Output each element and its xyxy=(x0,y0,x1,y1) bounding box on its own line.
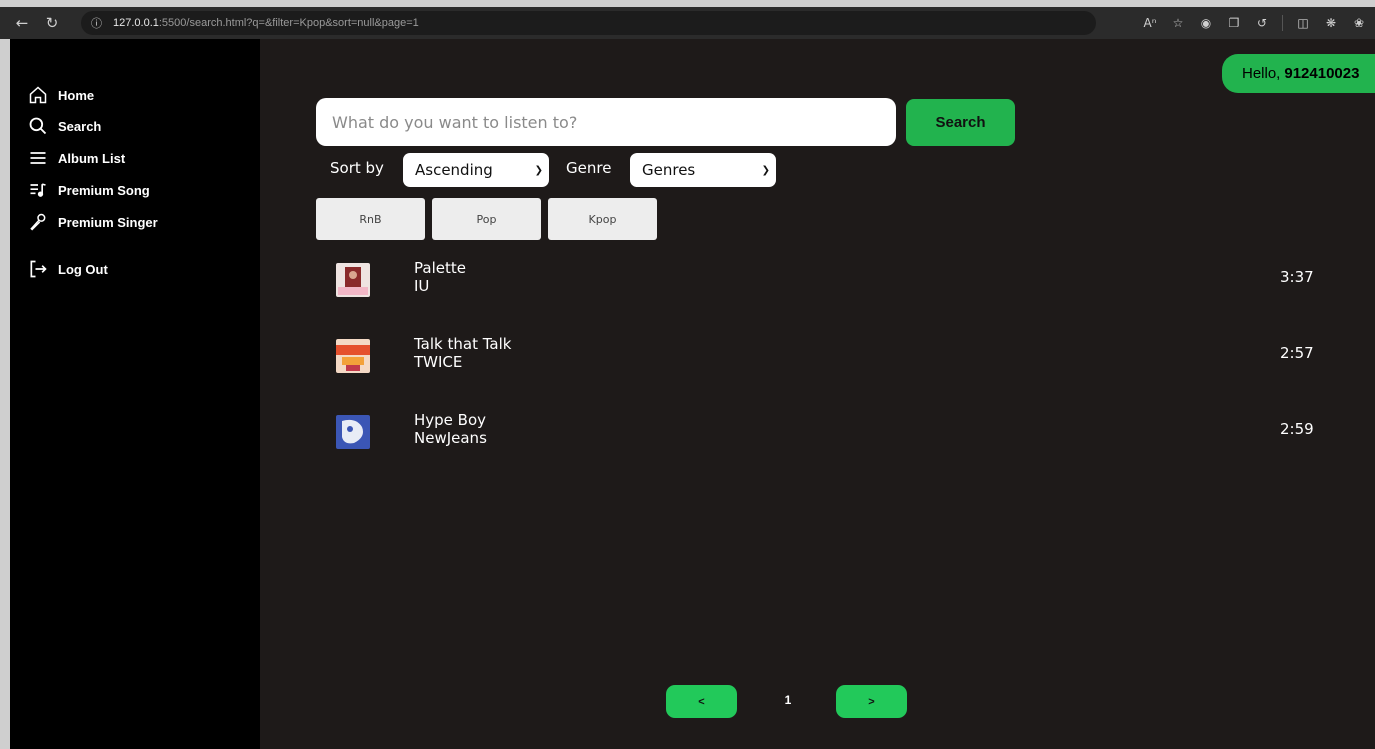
song-duration: 3:37 xyxy=(1280,268,1314,286)
microphone-icon xyxy=(28,212,48,232)
genre-label: Genre xyxy=(566,159,612,177)
window-top-edge xyxy=(0,0,1375,7)
collections-icon[interactable]: ❋ xyxy=(1323,16,1339,30)
sidebar-item-home[interactable]: Home xyxy=(28,84,94,106)
song-duration: 2:59 xyxy=(1280,420,1314,438)
refresh-extension-icon[interactable]: ↺ xyxy=(1254,16,1270,30)
previous-page-button[interactable]: < xyxy=(666,685,737,718)
user-greeting-badge[interactable]: Hello, 912410023 xyxy=(1222,54,1375,93)
browser-window: ← ↻ ⓘ 127.0.0.1 :5500/search.html?q=&fil… xyxy=(0,0,1375,749)
album-cover xyxy=(336,415,370,449)
split-screen-icon[interactable]: ◫ xyxy=(1295,16,1311,30)
search-button[interactable]: Search xyxy=(906,99,1015,146)
sidebar-item-premium-singer[interactable]: Premium Singer xyxy=(28,211,158,233)
song-row[interactable]: Talk that Talk TWICE 2:57 xyxy=(330,331,1340,381)
window-left-edge xyxy=(0,39,10,749)
address-path: :5500/search.html?q=&filter=Kpop&sort=nu… xyxy=(158,17,419,29)
album-cover xyxy=(336,263,370,297)
chevron-down-icon: ❯ xyxy=(761,164,770,176)
home-icon xyxy=(28,85,48,105)
album-cover xyxy=(336,339,370,373)
greeting-text: Hello, xyxy=(1242,65,1281,82)
browser-tools: Aⁿ ☆ ◉ ❐ ↺ ◫ ❋ ❀ xyxy=(1142,7,1367,39)
sidebar-item-premium-song[interactable]: Premium Song xyxy=(28,179,150,201)
sort-selected-value: Ascending xyxy=(415,161,493,179)
info-icon[interactable]: ⓘ xyxy=(91,15,107,31)
current-page-number: 1 xyxy=(784,693,792,707)
song-artist: TWICE xyxy=(414,353,463,371)
song-title: Hype Boy xyxy=(414,411,487,429)
copy-icon[interactable]: ❐ xyxy=(1226,16,1242,30)
back-arrow-icon[interactable]: ← xyxy=(9,10,35,36)
song-title: Palette xyxy=(414,259,466,277)
song-row[interactable]: Palette IU 3:37 xyxy=(330,255,1340,305)
genre-button-rnb[interactable]: RnB xyxy=(316,198,425,240)
read-aloud-icon[interactable]: Aⁿ xyxy=(1142,16,1158,30)
song-artist: IU xyxy=(414,277,430,295)
toolbar-divider xyxy=(1282,15,1283,31)
sort-select[interactable]: Ascending ❯ xyxy=(403,153,549,187)
copilot-icon[interactable]: ❀ xyxy=(1351,16,1367,30)
address-host: 127.0.0.1 xyxy=(113,17,159,29)
sidebar-item-search[interactable]: Search xyxy=(28,115,101,137)
sidebar-item-label: Premium Song xyxy=(58,182,150,198)
sidebar: Home Search Album List Premium Song Prem… xyxy=(10,39,260,749)
search-input[interactable] xyxy=(316,98,896,146)
main-content: Hello, 912410023 Search Sort by Ascendin… xyxy=(260,39,1375,749)
extension-icon[interactable]: ◉ xyxy=(1198,16,1214,30)
favorite-star-icon[interactable]: ☆ xyxy=(1170,16,1186,30)
logout-icon xyxy=(28,259,48,279)
sidebar-item-label: Search xyxy=(58,118,102,134)
username: 912410023 xyxy=(1284,65,1360,82)
list-icon xyxy=(28,148,48,168)
sidebar-item-label: Album List xyxy=(58,150,126,166)
sidebar-item-log-out[interactable]: Log Out xyxy=(28,258,108,280)
genre-button-kpop[interactable]: Kpop xyxy=(548,198,657,240)
genre-button-pop[interactable]: Pop xyxy=(432,198,541,240)
sidebar-item-label: Premium Singer xyxy=(58,214,158,230)
song-artist: NewJeans xyxy=(414,429,487,447)
sort-label: Sort by xyxy=(330,159,384,177)
next-page-button[interactable]: > xyxy=(836,685,907,718)
reload-icon[interactable]: ↻ xyxy=(39,10,65,36)
sidebar-item-label: Log Out xyxy=(58,261,108,277)
song-row[interactable]: Hype Boy NewJeans 2:59 xyxy=(330,407,1340,457)
song-duration: 2:57 xyxy=(1280,344,1314,362)
song-title: Talk that Talk xyxy=(414,335,512,353)
genre-select[interactable]: Genres ❯ xyxy=(630,153,776,187)
sidebar-item-album-list[interactable]: Album List xyxy=(28,147,125,169)
music-list-icon xyxy=(28,180,48,200)
genre-selected-value: Genres xyxy=(642,161,696,179)
browser-toolbar: ← ↻ ⓘ 127.0.0.1 :5500/search.html?q=&fil… xyxy=(0,7,1375,39)
chevron-down-icon: ❯ xyxy=(534,164,543,176)
address-bar[interactable]: ⓘ 127.0.0.1 :5500/search.html?q=&filter=… xyxy=(81,11,1096,35)
search-icon xyxy=(28,116,48,136)
sidebar-item-label: Home xyxy=(58,87,95,103)
